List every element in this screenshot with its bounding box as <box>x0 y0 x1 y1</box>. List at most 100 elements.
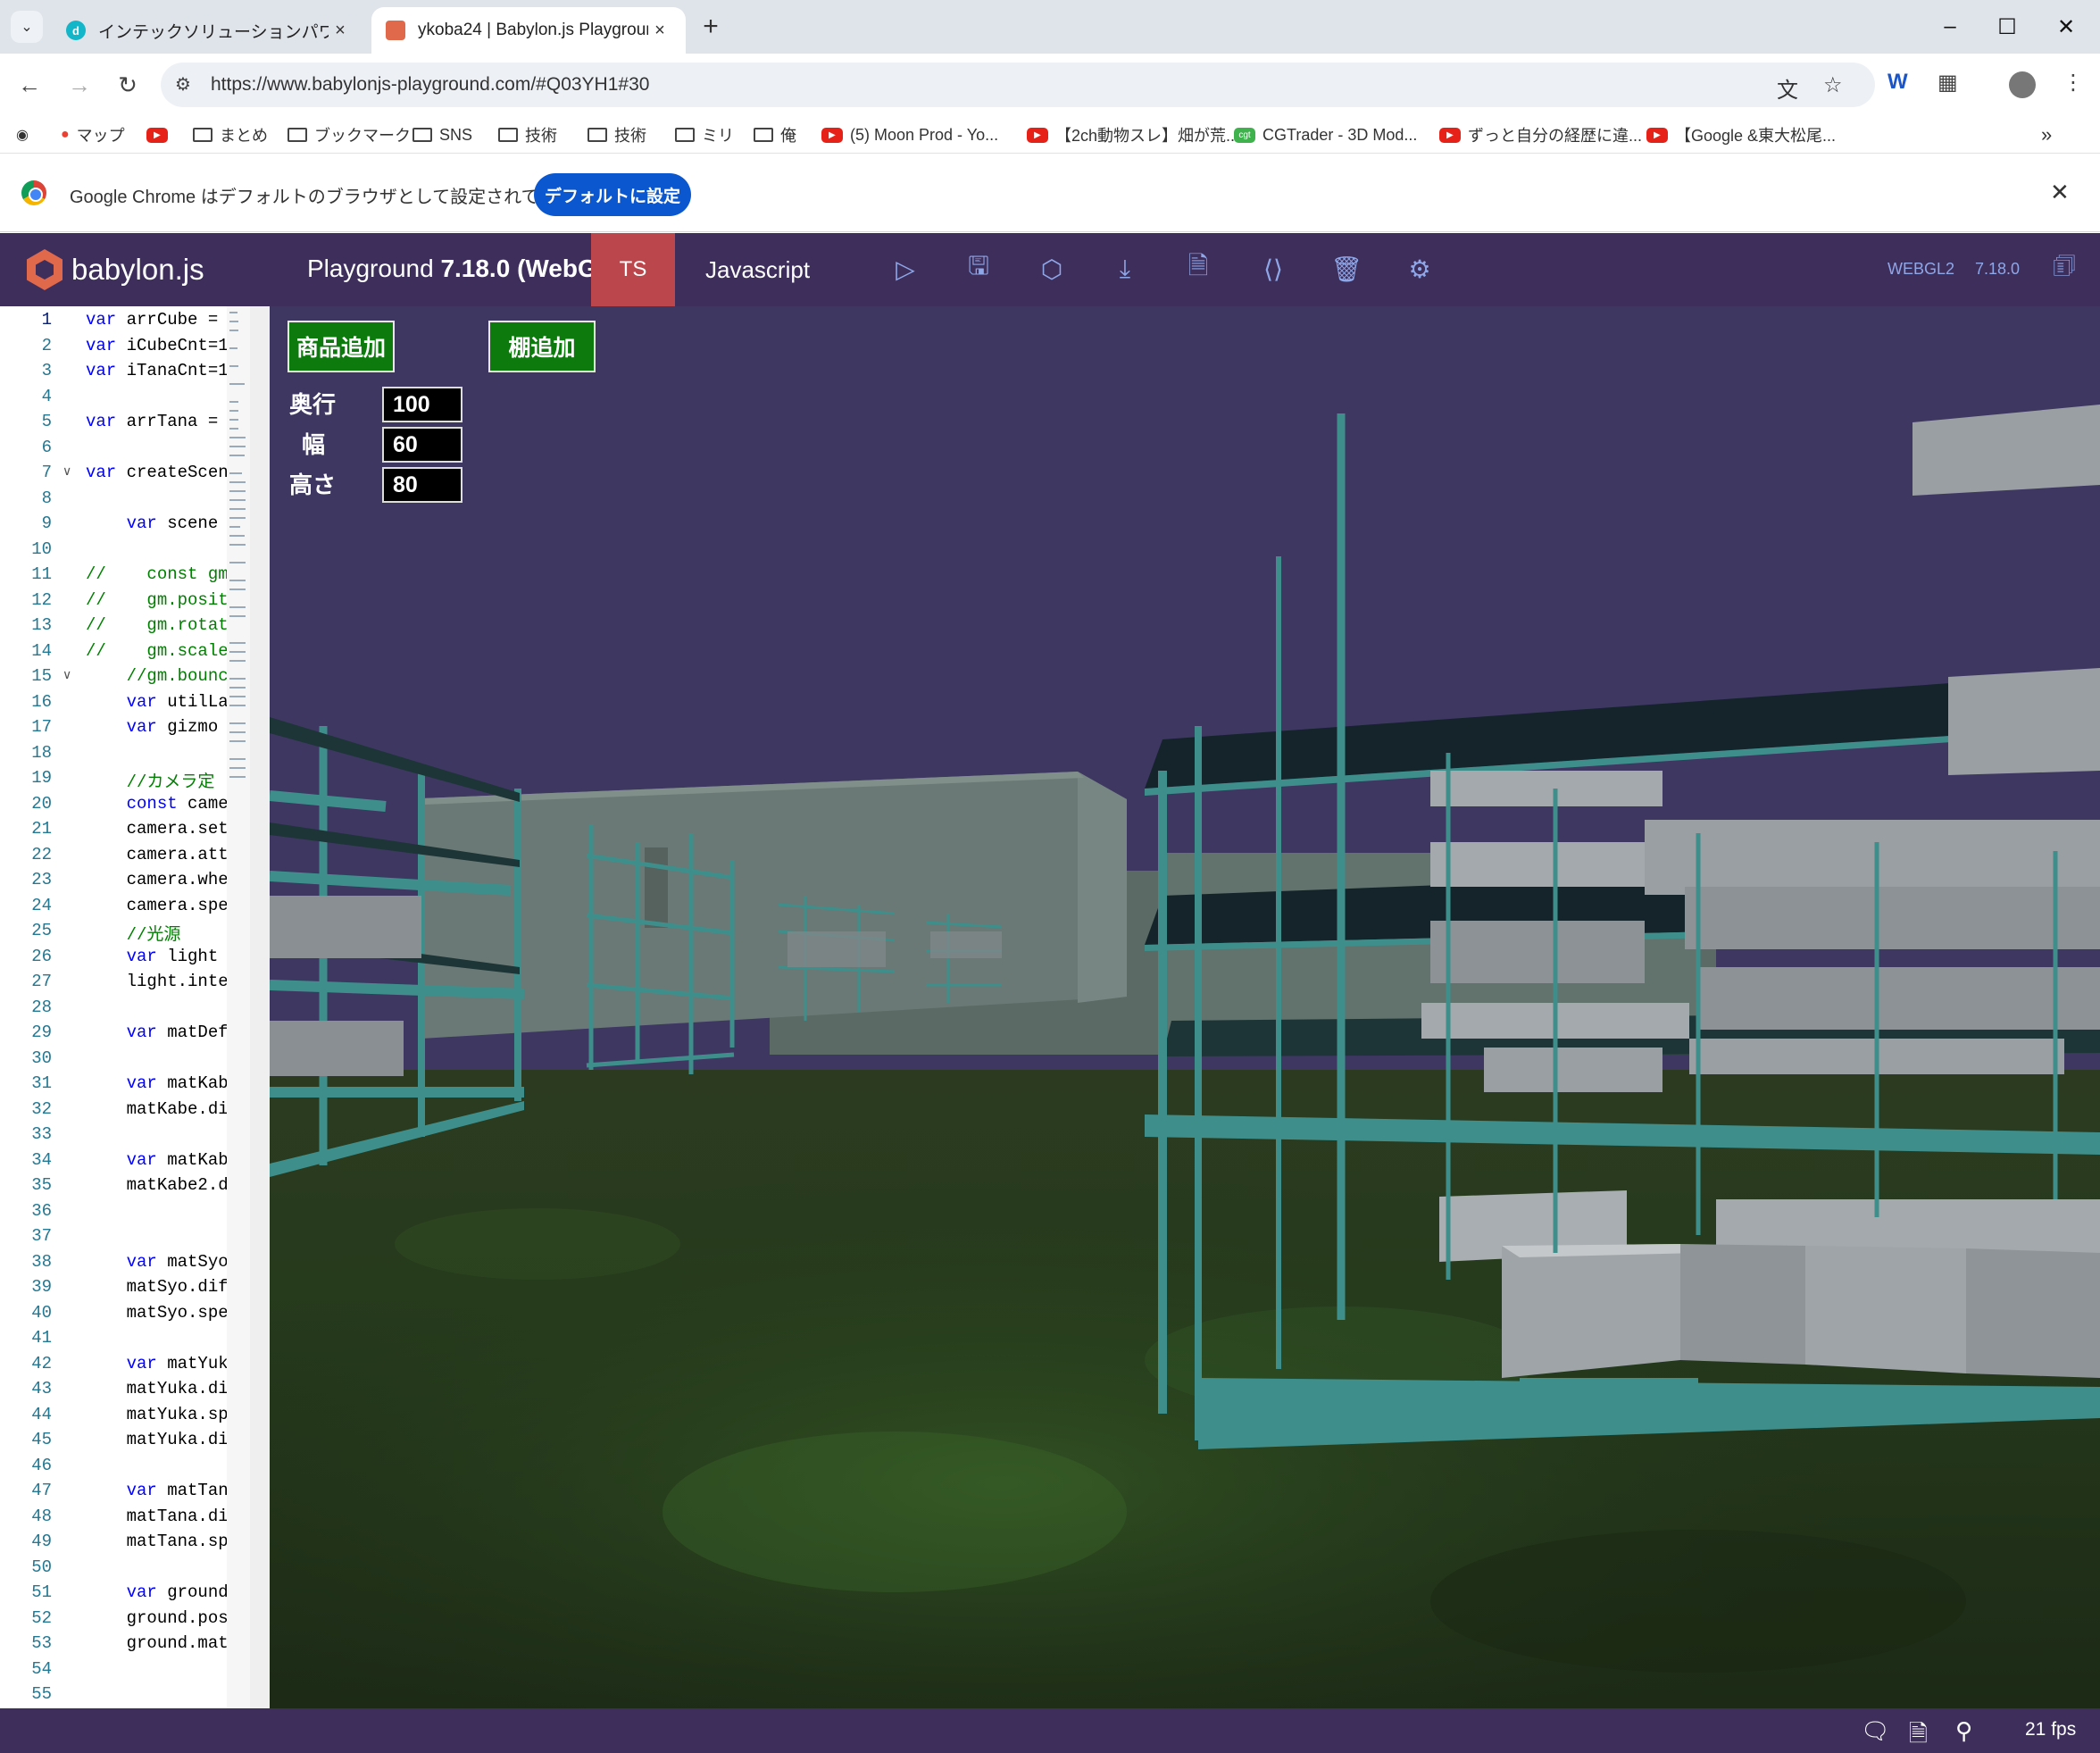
code-editor[interactable]: 1 2 3 4 5 6 7 8 9 10 11 12 13 14 15 16 17 18 19 20 21 22 23 24 2… <box>0 306 270 1708</box>
run-icon[interactable]: ▷ <box>888 251 923 287</box>
download-icon[interactable]: ⤓ <box>1107 251 1143 287</box>
code-line[interactable]: camera.spe <box>86 896 227 915</box>
search-icon[interactable]: ⚲ <box>1955 1717 1972 1745</box>
format-code-icon[interactable]: ⟨⟩ <box>1255 251 1291 287</box>
site-info-icon[interactable]: ⚙ <box>175 73 191 96</box>
bookmark-folder[interactable]: SNS <box>412 123 472 146</box>
tab-babylon-playground[interactable]: ykoba24 | Babylon.js Playground × <box>371 7 686 54</box>
bookmark-globe[interactable]: ◉ <box>16 123 36 146</box>
address-bar[interactable]: ⚙ https://www.babylonjs-playground.com/#… <box>161 63 1875 107</box>
docs-icon[interactable]: 🗎 <box>1909 1717 1928 1753</box>
bookmark-cgtrader[interactable]: cgt CGTrader - 3D Mod... <box>1234 123 1417 146</box>
back-button[interactable]: ← <box>12 68 46 102</box>
code-line[interactable]: var ground <box>86 1582 227 1602</box>
code-line[interactable]: //光源 <box>86 921 181 945</box>
bookmark-folder[interactable]: まとめ <box>193 123 268 146</box>
code-line[interactable]: matKabe.di <box>86 1099 227 1119</box>
close-window-button[interactable]: ✕ <box>2045 11 2088 43</box>
code-line[interactable]: matSyo.dif <box>86 1277 227 1297</box>
tab-search-button[interactable]: ⌄ <box>11 11 43 43</box>
bookmark-folder[interactable]: ブックマーク <box>288 123 411 146</box>
code-line[interactable]: matYuka.sp <box>86 1405 227 1424</box>
javascript-button[interactable]: Javascript <box>705 256 810 284</box>
code-line[interactable]: var gizmo <box>86 717 227 737</box>
code-line[interactable]: matYuka.di <box>86 1430 227 1449</box>
code-line[interactable]: matTana.sp <box>86 1532 227 1551</box>
code-line[interactable]: // gm.scale <box>86 641 227 661</box>
clear-trash-icon[interactable]: 🗑 <box>1329 251 1364 287</box>
bookmark-folder[interactable]: 俺 <box>754 123 796 146</box>
editor-scrollbar[interactable] <box>250 306 270 1708</box>
reload-button[interactable]: ↻ <box>111 68 145 102</box>
version-label[interactable]: 7.18.0 <box>1975 260 2020 279</box>
bookmark-youtube[interactable]: ▶ 【Google &東大松尾... <box>1646 123 1836 146</box>
code-line[interactable]: var matSyo <box>86 1252 227 1272</box>
code-line[interactable]: var arrCube = <box>86 310 227 330</box>
minimap[interactable] <box>227 306 250 1708</box>
minimize-button[interactable]: – <box>1929 11 1971 43</box>
profile-avatar[interactable] <box>2009 71 2036 98</box>
code-area[interactable]: var arrCube = var iCubeCnt=1 var iTanaCnt… <box>86 306 227 1708</box>
close-tab-icon[interactable]: × <box>648 21 671 41</box>
code-line[interactable]: var matTan <box>86 1481 227 1500</box>
code-line[interactable]: var iCubeCnt=1 <box>86 336 227 355</box>
code-line[interactable]: light.inte <box>86 972 227 991</box>
code-line[interactable]: camera.att <box>86 845 227 864</box>
new-tab-button[interactable]: + <box>695 11 727 43</box>
babylon-logo[interactable]: babylon.js <box>27 249 204 290</box>
settings-gear-icon[interactable]: ⚙ <box>1402 251 1438 287</box>
fold-chevron-icon[interactable]: ∨ <box>62 463 71 479</box>
code-line[interactable]: var utilLa <box>86 692 227 712</box>
bookmark-folder[interactable]: 技術 <box>588 123 646 146</box>
code-line[interactable]: var scene <box>86 513 227 533</box>
bookmark-star-icon[interactable]: ☆ <box>1823 72 1843 98</box>
new-file-icon[interactable]: 🗎 <box>1180 251 1216 287</box>
code-line[interactable]: matYuka.di <box>86 1379 227 1398</box>
bookmark-folder[interactable]: 技術 <box>498 123 557 146</box>
code-line[interactable]: matSyo.spe <box>86 1303 227 1323</box>
inspector-icon[interactable]: ⬡ <box>1034 251 1070 287</box>
feedback-chat-icon[interactable]: 🗨 <box>1861 1717 1890 1745</box>
code-line[interactable]: var iTanaCnt=1 <box>86 361 227 380</box>
bookmark-youtube[interactable]: ▶ 【2ch動物スレ】畑が荒... <box>1027 123 1239 146</box>
bookmark-youtube[interactable]: ▶ <box>146 123 175 146</box>
forward-button[interactable]: → <box>62 68 96 102</box>
bookmark-maps[interactable]: ● マップ <box>61 123 125 146</box>
code-line[interactable]: // gm.rotat <box>86 615 227 635</box>
set-default-button[interactable]: デフォルトに設定 <box>534 173 691 216</box>
width-input[interactable]: 60 <box>382 427 462 463</box>
more-bookmarks-icon[interactable]: » <box>2041 123 2052 146</box>
code-line[interactable]: // const gm <box>86 564 227 584</box>
code-line[interactable]: var matDef <box>86 1023 227 1042</box>
code-line[interactable]: //gm.bounc <box>86 666 227 686</box>
code-line[interactable]: ground.mat <box>86 1633 227 1653</box>
bookmark-folder[interactable]: ミリ <box>675 123 734 146</box>
code-line[interactable]: camera.set <box>86 819 227 839</box>
add-shelf-button[interactable]: 棚追加 <box>488 321 596 372</box>
examples-icon[interactable]: 🗊 <box>2046 251 2082 287</box>
maximize-button[interactable]: ☐ <box>1986 11 2029 43</box>
code-line[interactable]: camera.whe <box>86 870 227 889</box>
code-line[interactable]: var matKab <box>86 1073 227 1093</box>
code-line[interactable]: var matYuk <box>86 1354 227 1373</box>
close-tab-icon[interactable]: × <box>329 21 352 41</box>
code-line[interactable]: //カメラ定 <box>86 768 215 792</box>
code-line[interactable]: var light <box>86 947 227 966</box>
add-item-button[interactable]: 商品追加 <box>288 321 395 372</box>
translate-icon[interactable]: 文 <box>1777 72 1798 104</box>
save-icon[interactable]: 🖫 <box>961 251 996 287</box>
menu-kebab-icon[interactable]: ⋮ <box>2062 70 2084 96</box>
code-line[interactable]: var createScen <box>86 463 227 482</box>
code-line[interactable]: // gm.posit <box>86 590 227 610</box>
ts-button[interactable]: TS <box>591 233 675 306</box>
depth-input[interactable]: 100 <box>382 387 462 422</box>
bookmark-youtube[interactable]: ▶ ずっと自分の経歴に違... <box>1439 123 1642 146</box>
tab-intech[interactable]: d インテックソリューションパワー | direct × <box>52 7 366 54</box>
height-input[interactable]: 80 <box>382 467 462 503</box>
url-text[interactable]: https://www.babylonjs-playground.com/#Q0… <box>211 74 649 96</box>
render-canvas[interactable]: 商品追加 棚追加 奥行 100 幅 60 高さ 80 <box>270 306 2100 1708</box>
code-line[interactable]: const came <box>86 794 227 814</box>
close-icon[interactable]: ✕ <box>2050 179 2070 206</box>
engine-label[interactable]: WEBGL2 <box>1888 260 1954 279</box>
code-line[interactable]: ground.pos <box>86 1608 227 1628</box>
